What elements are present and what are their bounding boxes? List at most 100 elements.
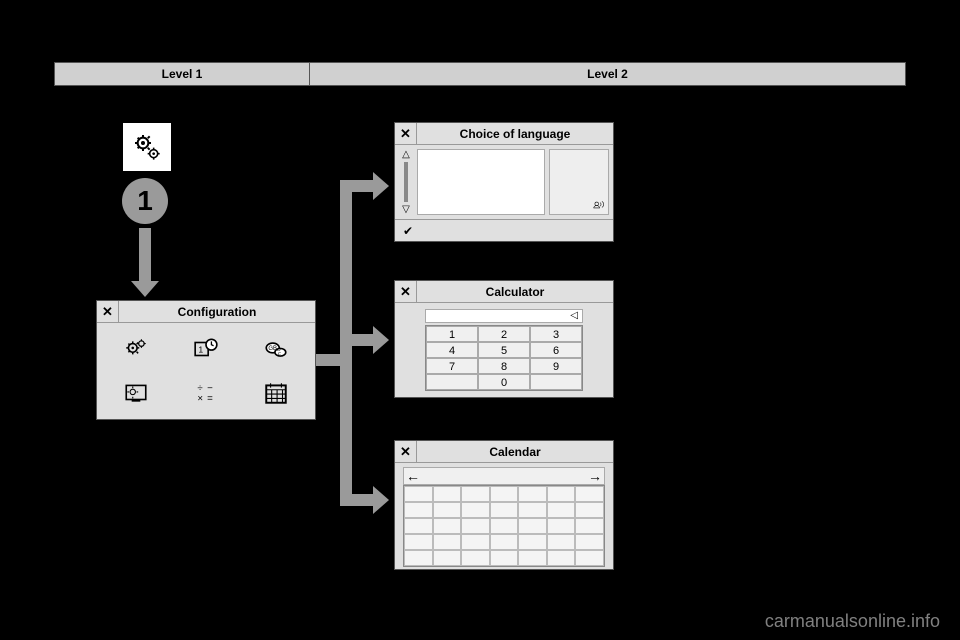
scroll-track[interactable] <box>404 162 408 202</box>
calendar-cell[interactable] <box>575 550 604 566</box>
calendar-cell[interactable] <box>575 486 604 502</box>
flow-arrow-down <box>139 228 151 283</box>
speak-icon <box>592 198 606 212</box>
watermark: carmanualsonline.info <box>765 611 940 632</box>
calc-key-blank <box>426 374 478 390</box>
calendar-cell[interactable] <box>404 518 433 534</box>
calendar-cell[interactable] <box>518 534 547 550</box>
svg-text:÷: ÷ <box>197 383 203 394</box>
flow-arrow-right <box>340 334 375 346</box>
language-preview <box>549 149 609 215</box>
close-icon[interactable]: ✕ <box>395 281 417 303</box>
calendar-cell[interactable] <box>461 534 490 550</box>
settings-entry-icon[interactable] <box>120 120 174 174</box>
calc-key-2[interactable]: 2 <box>478 326 530 342</box>
calendar-prev-icon[interactable]: ← <box>406 468 420 484</box>
language-title: Choice of language <box>417 127 613 141</box>
svg-text:1: 1 <box>198 344 203 354</box>
calendar-cell[interactable] <box>547 518 576 534</box>
config-item-settings[interactable] <box>103 329 169 369</box>
calc-key-7[interactable]: 7 <box>426 358 478 374</box>
scroll-control[interactable]: △ ▽ <box>399 149 413 215</box>
calendar-cell[interactable] <box>575 534 604 550</box>
calc-key-8[interactable]: 8 <box>478 358 530 374</box>
calendar-cell[interactable] <box>518 502 547 518</box>
calc-key-3[interactable]: 3 <box>530 326 582 342</box>
scroll-down-icon[interactable]: ▽ <box>402 204 410 215</box>
config-item-brightness[interactable] <box>103 373 169 413</box>
calc-key-0[interactable]: 0 <box>478 374 530 390</box>
close-icon[interactable]: ✕ <box>395 441 417 463</box>
calc-key-9[interactable]: 9 <box>530 358 582 374</box>
calc-key-6[interactable]: 6 <box>530 342 582 358</box>
calendar-icon <box>263 380 289 406</box>
calendar-cell[interactable] <box>404 534 433 550</box>
calc-key-5[interactable]: 5 <box>478 342 530 358</box>
language-panel: ✕ Choice of language △ ▽ ✔ <box>394 122 614 242</box>
calendar-cell[interactable] <box>433 550 462 566</box>
calendar-cell[interactable] <box>547 486 576 502</box>
level2-header: Level 2 <box>310 63 905 85</box>
config-item-calendar[interactable] <box>243 373 309 413</box>
config-item-datetime[interactable]: 1 <box>173 329 239 369</box>
calendar-cell[interactable] <box>575 518 604 534</box>
calendar-cell[interactable] <box>547 550 576 566</box>
calendar-cell[interactable] <box>490 502 519 518</box>
close-icon[interactable]: ✕ <box>97 301 119 323</box>
calc-key-4[interactable]: 4 <box>426 342 478 358</box>
calendar-cell[interactable] <box>490 486 519 502</box>
brightness-icon <box>123 380 149 406</box>
calendar-cell[interactable] <box>547 502 576 518</box>
calc-key-blank <box>530 374 582 390</box>
flow-arrow-right <box>340 180 375 192</box>
calendar-cell[interactable] <box>404 550 433 566</box>
calendar-cell[interactable] <box>433 518 462 534</box>
calculator-display: ◁ <box>425 309 583 323</box>
calendar-cell[interactable] <box>490 550 519 566</box>
calendar-cell[interactable] <box>461 518 490 534</box>
flow-connector <box>340 354 352 504</box>
level1-header: Level 1 <box>55 63 310 85</box>
config-item-language[interactable]: GBDF <box>243 329 309 369</box>
gears-icon <box>131 131 163 163</box>
calendar-grid[interactable] <box>403 485 605 567</box>
step-badge: 1 <box>122 178 168 224</box>
calendar-cell[interactable] <box>518 486 547 502</box>
calendar-cell[interactable] <box>461 486 490 502</box>
configuration-title: Configuration <box>119 305 315 319</box>
flow-arrow-right <box>340 494 375 506</box>
calendar-cell[interactable] <box>461 550 490 566</box>
calendar-next-icon[interactable]: → <box>588 468 602 484</box>
calendar-panel: ✕ Calendar ← → <box>394 440 614 570</box>
calendar-cell[interactable] <box>433 486 462 502</box>
calendar-cell[interactable] <box>518 550 547 566</box>
scroll-up-icon[interactable]: △ <box>402 149 410 160</box>
calendar-cell[interactable] <box>404 502 433 518</box>
confirm-icon[interactable]: ✔ <box>403 224 413 238</box>
calendar-cell[interactable] <box>547 534 576 550</box>
calculator-keypad: 1 2 3 4 5 6 7 8 9 0 <box>425 325 583 391</box>
calculator-title: Calculator <box>417 285 613 299</box>
calendar-cell[interactable] <box>490 518 519 534</box>
close-icon[interactable]: ✕ <box>395 123 417 145</box>
gears-icon <box>123 336 149 362</box>
calendar-cell[interactable] <box>433 534 462 550</box>
calendar-cell[interactable] <box>404 486 433 502</box>
language-list[interactable] <box>417 149 545 215</box>
svg-text:=: = <box>207 394 213 405</box>
calculator-icon: ÷−× = <box>193 380 219 406</box>
calc-key-1[interactable]: 1 <box>426 326 478 342</box>
calculator-panel: ✕ Calculator ◁ 1 2 3 4 5 6 7 8 9 0 <box>394 280 614 398</box>
svg-text:−: − <box>207 383 213 394</box>
configuration-panel: ✕ Configuration 1 GBDF ÷−× = <box>96 300 316 420</box>
calendar-cell[interactable] <box>433 502 462 518</box>
calendar-title: Calendar <box>417 445 613 459</box>
calendar-cell[interactable] <box>518 518 547 534</box>
config-item-calculator[interactable]: ÷−× = <box>173 373 239 413</box>
calendar-cell[interactable] <box>461 502 490 518</box>
level-header: Level 1 Level 2 <box>54 62 906 86</box>
calendar-cell[interactable] <box>490 534 519 550</box>
calendar-cell[interactable] <box>575 502 604 518</box>
svg-text:×: × <box>197 394 203 405</box>
svg-text:F: F <box>278 352 281 358</box>
